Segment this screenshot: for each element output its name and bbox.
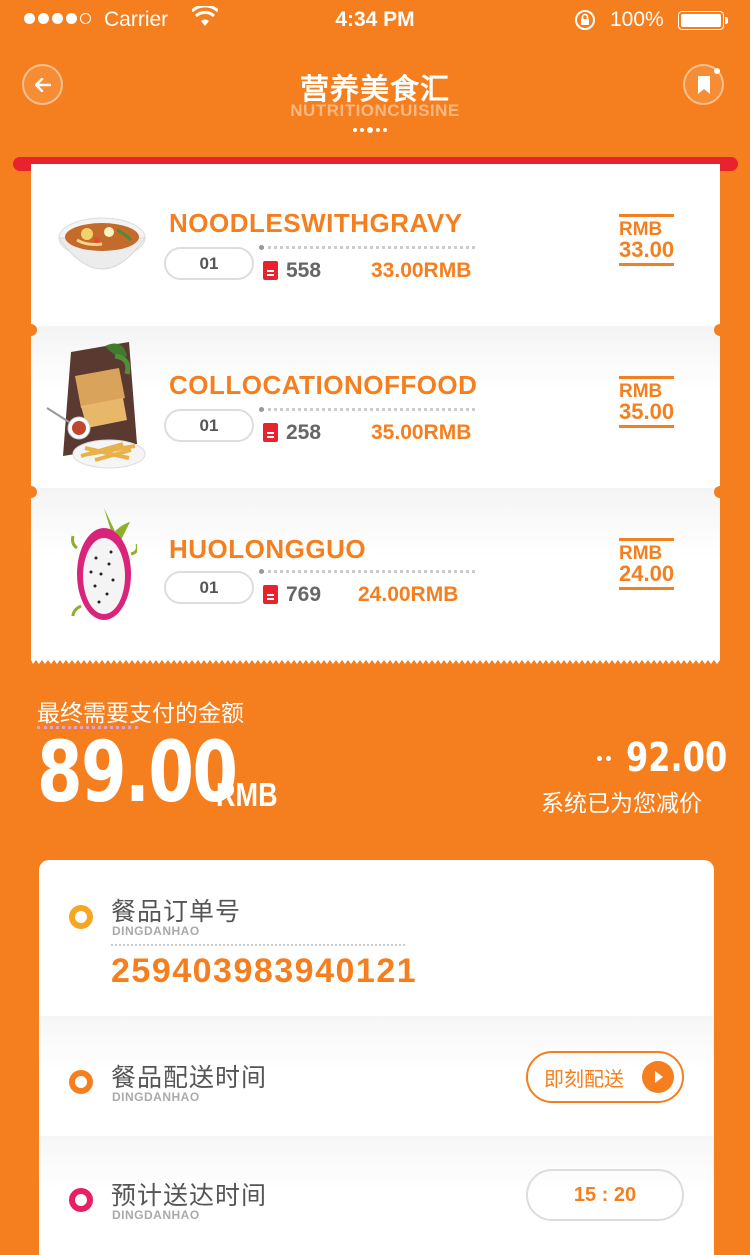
order-item[interactable]: NOODLESWITHGRAVY 01 558 33.00RMB RMB 33.…	[31, 164, 720, 326]
item-name: NOODLESWITHGRAVY	[169, 208, 463, 238]
document-icon	[263, 585, 278, 604]
final-amount-unit: RMB	[216, 776, 278, 813]
order-item[interactable]: HUOLONGGUO 01 769 24.00RMB RMB 24.00	[31, 488, 720, 660]
order-number-label: 餐品订单号	[111, 898, 242, 926]
order-item[interactable]: COLLOCATIONOFFOOD 01 258 35.00RMB RMB 35…	[31, 326, 720, 488]
page-subtitle: NUTRITIONCUISINE	[290, 101, 460, 120]
item-subtotal: 35.00RMB	[371, 421, 472, 444]
delivery-time-sublabel: DINGDANHAO	[112, 1090, 200, 1104]
order-info-card: 餐品订单号 DINGDANHAO 259403983940121 餐品配送时间 …	[39, 860, 714, 1255]
eta-time-field[interactable]: 15 : 20	[526, 1169, 684, 1221]
noodle-bowl-image	[58, 217, 146, 270]
price-tag: RMB 35.00	[619, 376, 675, 428]
price-value: 24.00	[619, 563, 675, 590]
item-name: HUOLONGGUO	[169, 534, 367, 564]
discount-label: 系统已为您减价	[541, 790, 702, 816]
final-amount: 89.00	[37, 723, 238, 821]
pink-bullet-icon	[69, 1188, 93, 1212]
divider	[111, 944, 405, 946]
divider	[259, 245, 475, 250]
quantity-field[interactable]: 01	[164, 409, 254, 442]
price-currency: RMB	[619, 538, 675, 563]
item-subtotal: 24.00RMB	[358, 583, 459, 606]
notification-dot	[714, 68, 720, 74]
price-tag: RMB 33.00	[619, 214, 675, 266]
document-icon	[263, 423, 278, 442]
eta-label: 预计送达时间	[111, 1182, 268, 1210]
order-receipt: NOODLESWITHGRAVY 01 558 33.00RMB RMB 33.…	[31, 164, 720, 660]
item-subtotal: 33.00RMB	[371, 259, 472, 282]
receipt-notch	[25, 486, 37, 498]
dragon-fruit-image	[71, 508, 137, 620]
eta-sublabel: DINGDANHAO	[112, 1208, 200, 1222]
order-number: 259403983940121	[111, 952, 418, 990]
deliver-now-label: 即刻配送	[544, 1068, 624, 1091]
order-number-row: 餐品订单号 DINGDANHAO 259403983940121	[39, 860, 714, 990]
item-name: COLLOCATIONOFFOOD	[169, 370, 478, 400]
divider	[259, 407, 475, 412]
battery-icon	[678, 11, 728, 30]
document-icon	[263, 261, 278, 280]
divider	[259, 569, 475, 574]
receipt-jagged-edge	[31, 656, 720, 664]
receipt-notch	[714, 324, 726, 336]
sales-count: 258	[286, 421, 322, 444]
receipt-notch	[25, 324, 37, 336]
original-amount: 92.00	[626, 735, 728, 781]
order-number-sublabel: DINGDANHAO	[112, 924, 200, 938]
battery-percentage: 100%	[610, 8, 664, 31]
rotation-lock-icon	[575, 10, 595, 30]
deliver-now-button[interactable]: 即刻配送	[526, 1051, 684, 1103]
price-value: 35.00	[619, 401, 675, 428]
bookmark-button[interactable]	[683, 64, 724, 105]
price-currency: RMB	[619, 214, 675, 239]
yellow-bullet-icon	[69, 905, 93, 929]
quantity-field[interactable]: 01	[164, 247, 254, 280]
sales-count: 769	[286, 583, 322, 606]
price-currency: RMB	[619, 376, 675, 401]
ellipsis-icon	[597, 756, 611, 761]
food-platter-image	[46, 342, 146, 469]
bookmark-icon	[697, 75, 710, 94]
receipt-notch	[714, 486, 726, 498]
sales-count: 558	[286, 259, 322, 282]
page-indicator	[353, 127, 387, 133]
price-tag: RMB 24.00	[619, 538, 675, 590]
price-value: 33.00	[619, 239, 675, 266]
status-bar: Carrier 4:34 PM 100%	[0, 0, 750, 40]
orange-bullet-icon	[69, 1070, 93, 1094]
delivery-time-label: 餐品配送时间	[111, 1064, 268, 1092]
quantity-field[interactable]: 01	[164, 571, 254, 604]
play-icon	[642, 1061, 674, 1093]
